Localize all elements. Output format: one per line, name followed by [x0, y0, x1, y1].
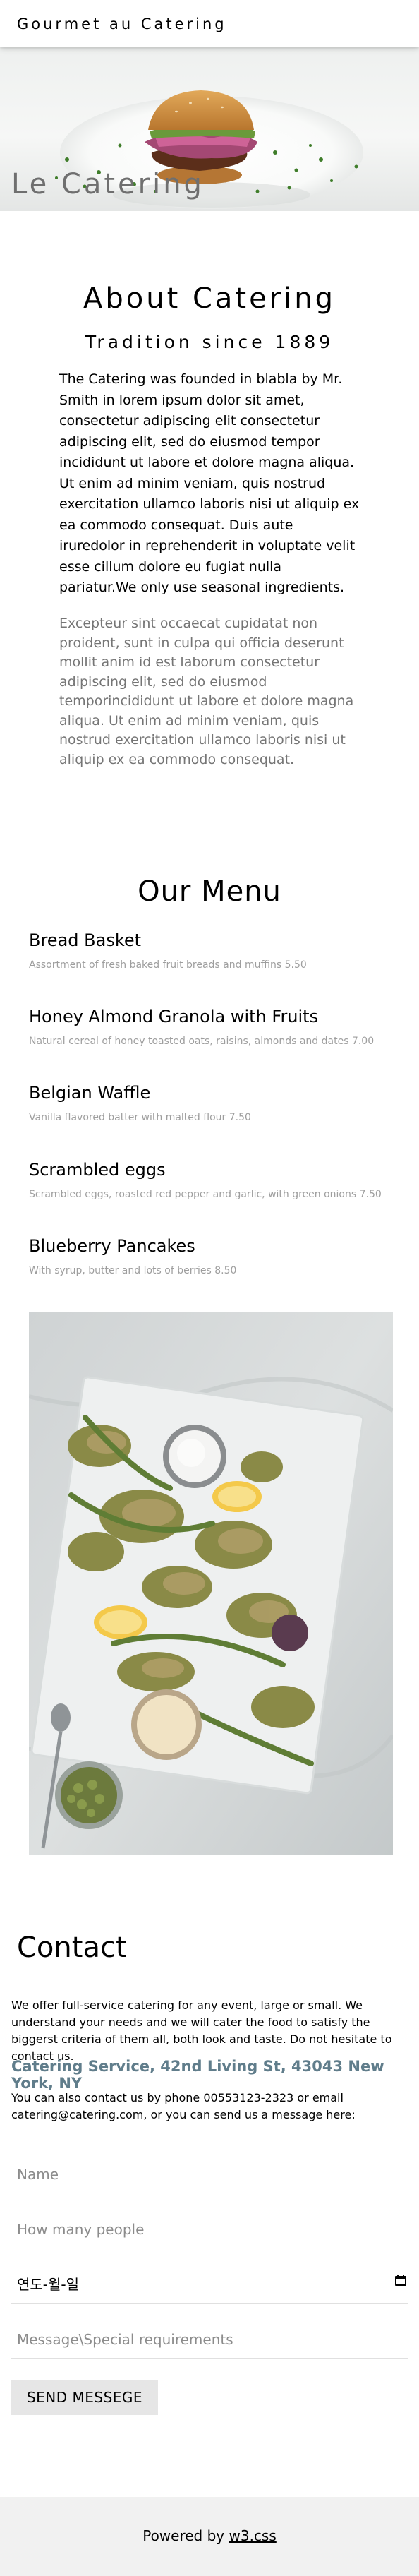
brand-link[interactable]: Gourmet au Catering — [17, 16, 227, 32]
menu-food-photo — [29, 1312, 393, 1855]
contact-heading: Contact — [17, 1931, 127, 1964]
top-navbar: Gourmet au Catering — [0, 0, 419, 47]
contact-address: Catering Service, 42nd Living St, 43043 … — [11, 2058, 384, 2092]
menu-item: Belgian Waffle Vanilla flavored batter w… — [29, 1083, 396, 1123]
calendar-icon[interactable] — [394, 2274, 407, 2287]
contact-intro: We offer full-service catering for any e… — [11, 1999, 392, 2063]
people-count-input[interactable] — [11, 2210, 408, 2248]
menu-item: Blueberry Pancakes With syrup, butter an… — [29, 1236, 396, 1276]
menu-item: Bread Basket Assortment of fresh baked f… — [29, 930, 396, 971]
about-paragraph-secondary: Excepteur sint occaecat cupidatat non pr… — [59, 616, 354, 767]
send-message-button[interactable]: SEND MESSEGE — [11, 2380, 158, 2415]
about-paragraph-primary: The Catering was founded in blabla by Mr… — [59, 371, 360, 595]
menu-item: Scrambled eggs Scrambled eggs, roasted r… — [29, 1160, 396, 1200]
menu-item-name: Honey Almond Granola with Fruits — [29, 1007, 319, 1026]
footer-text: Powered by w3.css — [0, 2527, 419, 2544]
menu-item-description: Assortment of fresh baked fruit breads a… — [29, 959, 307, 971]
menu-item-name: Scrambled eggs — [29, 1160, 166, 1180]
menu-item-name: Bread Basket — [29, 930, 142, 950]
menu-item-description: Scrambled eggs, roasted red pepper and g… — [29, 1189, 382, 1200]
menu-item-description: Natural cereal of honey toasted oats, ra… — [29, 1036, 375, 1047]
tempura-board-image — [29, 1312, 393, 1855]
menu-item-name: Blueberry Pancakes — [29, 1236, 195, 1256]
name-input[interactable] — [11, 2155, 408, 2193]
hero-title: Le Catering — [11, 168, 205, 200]
hero-banner: Le Catering — [0, 47, 419, 211]
footer-w3css-link[interactable]: w3.css — [229, 2527, 277, 2544]
footer-powered-by: Powered by — [142, 2527, 225, 2544]
about-section: About Catering Tradition since 1889 The … — [0, 282, 419, 767]
date-input-value: 연도-월-일 — [17, 2276, 80, 2293]
about-subheading: Tradition since 1889 — [85, 332, 334, 352]
menu-item: Honey Almond Granola with Fruits Natural… — [29, 1007, 396, 1047]
message-input[interactable] — [11, 2320, 408, 2359]
footer: Powered by w3.css — [0, 2497, 419, 2576]
menu-item-description: With syrup, butter and lots of berries 8… — [29, 1265, 237, 1276]
menu-item-description: Vanilla flavored batter with malted flou… — [29, 1112, 251, 1123]
contact-alt-text: You can also contact us by phone 0055312… — [11, 2091, 356, 2121]
about-heading: About Catering — [83, 282, 336, 315]
menu-heading: Our Menu — [138, 875, 281, 908]
menu-item-name: Belgian Waffle — [29, 1083, 151, 1103]
